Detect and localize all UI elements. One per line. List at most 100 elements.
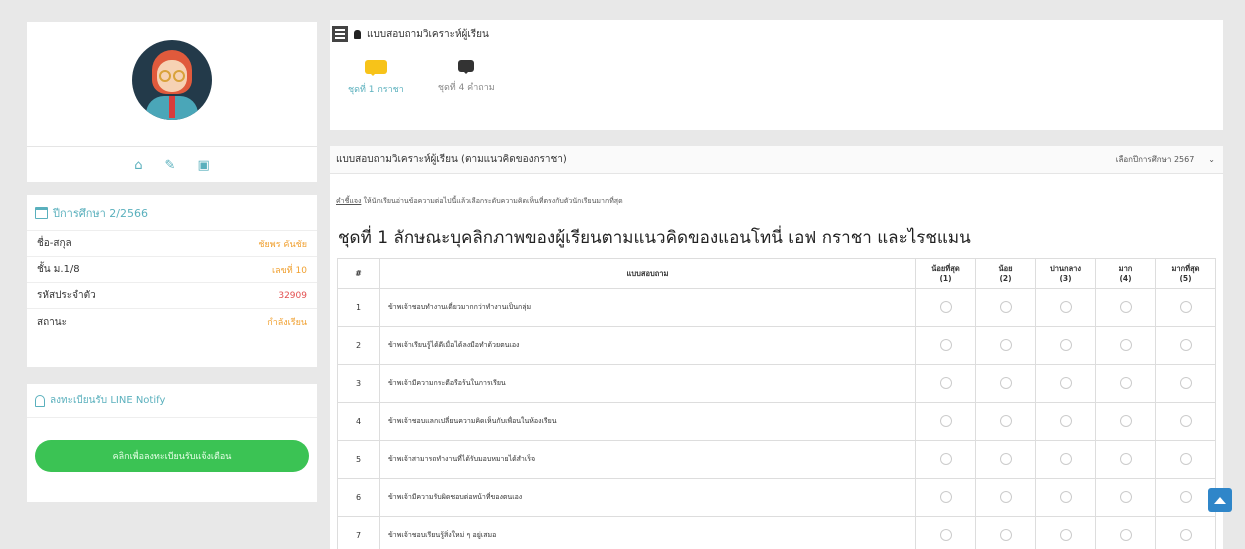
- rating-cell: [915, 516, 976, 549]
- rating-cell: [1095, 288, 1156, 327]
- rating-cell: [975, 326, 1036, 365]
- rating-radio-2[interactable]: [999, 300, 1012, 313]
- rating-radio-5[interactable]: [1179, 528, 1192, 541]
- rating-radio-1[interactable]: [939, 376, 952, 389]
- question-number: 1: [337, 288, 380, 327]
- rating-radio-3[interactable]: [1059, 528, 1072, 541]
- profile-card: ⌂ ✎ ▣: [27, 22, 317, 182]
- rating-radio-4[interactable]: [1119, 300, 1132, 313]
- rating-radio-2[interactable]: [999, 338, 1012, 351]
- rating-radio-3[interactable]: [1059, 300, 1072, 313]
- tab-set-4[interactable]: ชุดที่ 4 คำถาม: [438, 60, 495, 96]
- rating-radio-1[interactable]: [939, 338, 952, 351]
- rating-cell: [1155, 364, 1216, 403]
- rating-cell: [975, 478, 1036, 517]
- rating-radio-2[interactable]: [999, 490, 1012, 503]
- rating-radio-3[interactable]: [1059, 490, 1072, 503]
- rating-radio-4[interactable]: [1119, 414, 1132, 427]
- rating-radio-2[interactable]: [999, 414, 1012, 427]
- rating-radio-4[interactable]: [1119, 338, 1132, 351]
- rating-radio-2[interactable]: [999, 376, 1012, 389]
- line-notify-button[interactable]: คลิกเพื่อลงทะเบียนรับแจ้งเตือน: [35, 440, 309, 472]
- edit-icon[interactable]: ✎: [165, 158, 176, 173]
- survey-tabs: ชุดที่ 1 กราชา ชุดที่ 4 คำถาม: [348, 60, 495, 96]
- term-header: ปีการศึกษา 2/2566: [27, 195, 317, 231]
- rating-radio-1[interactable]: [939, 490, 952, 503]
- question-number: 5: [337, 440, 380, 479]
- table-row: 1 ข้าพเจ้าชอบทำงานเดี่ยวมากกว่าทำงานเป็นก…: [337, 288, 1216, 327]
- rating-cell: [975, 440, 1036, 479]
- rating-radio-5[interactable]: [1179, 300, 1192, 313]
- rating-radio-1[interactable]: [939, 414, 952, 427]
- rating-radio-1[interactable]: [939, 528, 952, 541]
- rating-radio-1[interactable]: [939, 452, 952, 465]
- calendar-icon: [35, 206, 48, 219]
- rating-radio-5[interactable]: [1179, 452, 1192, 465]
- rating-radio-5[interactable]: [1179, 376, 1192, 389]
- student-info-card: ปีการศึกษา 2/2566 ชื่อ-สกุล ชัยพร คันชัย…: [27, 195, 317, 367]
- chevron-down-icon: ⌄: [1208, 155, 1215, 164]
- rating-radio-3[interactable]: [1059, 452, 1072, 465]
- rating-radio-4[interactable]: [1119, 528, 1132, 541]
- rating-cell: [1155, 326, 1216, 365]
- table-row: 7 ข้าพเจ้าชอบเรียนรู้สิ่งใหม่ ๆ อยู่เสมอ: [337, 516, 1216, 549]
- col-question: แบบสอบถาม: [379, 258, 916, 289]
- instructions: คำชี้แจง ให้นักเรียนอ่านข้อความต่อไปนี้แ…: [336, 197, 623, 205]
- question-number: 4: [337, 402, 380, 441]
- rating-radio-1[interactable]: [939, 300, 952, 313]
- rating-cell: [1095, 440, 1156, 479]
- questionnaire-panel: แบบสอบถามวิเคราะห์ผู้เรียน (ตามแนวคิดของ…: [330, 146, 1223, 549]
- line-notify-header: ลงทะเบียนรับ LINE Notify: [27, 384, 317, 418]
- info-row-student-id: รหัสประจำตัว 32909: [27, 283, 317, 309]
- rating-radio-4[interactable]: [1119, 376, 1132, 389]
- rating-radio-5[interactable]: [1179, 338, 1192, 351]
- rating-cell: [975, 364, 1036, 403]
- questionnaire-title: แบบสอบถามวิเคราะห์ผู้เรียน (ตามแนวคิดของ…: [336, 154, 567, 165]
- rating-radio-5[interactable]: [1179, 490, 1192, 503]
- rating-cell: [1035, 288, 1096, 327]
- rating-radio-3[interactable]: [1059, 338, 1072, 351]
- menu-icon[interactable]: [332, 26, 348, 42]
- rating-radio-2[interactable]: [999, 452, 1012, 465]
- user-icon: [354, 29, 361, 39]
- rating-cell: [1035, 326, 1096, 365]
- rating-cell: [915, 440, 976, 479]
- id-card-icon[interactable]: ▣: [197, 158, 209, 173]
- bell-icon: [35, 394, 45, 407]
- col-scale-4: มาก (4): [1095, 258, 1156, 289]
- rating-cell: [915, 288, 976, 327]
- rating-cell: [1035, 478, 1096, 517]
- chat-bubble-icon: [458, 60, 475, 74]
- home-icon[interactable]: ⌂: [134, 158, 142, 173]
- rating-radio-3[interactable]: [1059, 376, 1072, 389]
- rating-cell: [1035, 364, 1096, 403]
- table-row: 6 ข้าพเจ้ามีความรับผิดชอบต่อหน้าที่ของตนเ…: [337, 478, 1216, 517]
- year-select[interactable]: เลือกปีการศึกษา 2567 ⌄: [1116, 153, 1215, 166]
- question-number: 3: [337, 364, 380, 403]
- question-number: 7: [337, 516, 380, 549]
- survey-title: แบบสอบถามวิเคราะห์ผู้เรียน: [367, 28, 489, 40]
- rating-cell: [1035, 516, 1096, 549]
- set-title: ชุดที่ 1 ลักษณะบุคลิกภาพของผู้เรียนตามแน…: [338, 228, 971, 248]
- col-scale-5: มากที่สุด (5): [1155, 258, 1216, 289]
- tab-set-1[interactable]: ชุดที่ 1 กราชา: [348, 60, 404, 96]
- rating-radio-3[interactable]: [1059, 414, 1072, 427]
- rating-cell: [1095, 478, 1156, 517]
- rating-cell: [1155, 516, 1216, 549]
- rating-cell: [1155, 440, 1216, 479]
- term-label: ปีการศึกษา 2/2566: [53, 206, 148, 220]
- rating-cell: [915, 326, 976, 365]
- table-row: 4 ข้าพเจ้าชอบแลกเปลี่ยนความคิดเห็นกับเพื่…: [337, 402, 1216, 441]
- rating-radio-4[interactable]: [1119, 452, 1132, 465]
- rating-radio-4[interactable]: [1119, 490, 1132, 503]
- chat-bubble-icon: [364, 60, 387, 76]
- rating-cell: [975, 516, 1036, 549]
- table-row: 2 ข้าพเจ้าเรียนรู้ได้ดีเมื่อได้ลงมือทำด้ว…: [337, 326, 1216, 365]
- question-number: 6: [337, 478, 380, 517]
- scroll-to-top-button[interactable]: [1208, 488, 1232, 512]
- rating-radio-2[interactable]: [999, 528, 1012, 541]
- rating-cell: [975, 402, 1036, 441]
- question-text: ข้าพเจ้าเรียนรู้ได้ดีเมื่อได้ลงมือทำด้วย…: [379, 326, 916, 365]
- col-scale-1: น้อยที่สุด (1): [915, 258, 976, 289]
- rating-radio-5[interactable]: [1179, 414, 1192, 427]
